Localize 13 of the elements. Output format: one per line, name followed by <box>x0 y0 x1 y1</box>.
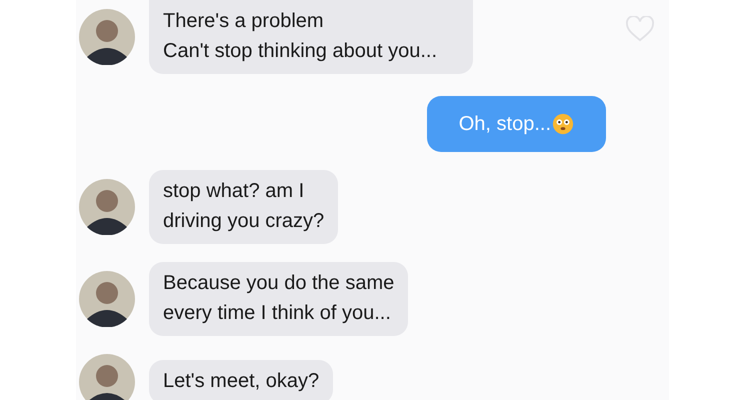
message-text: There's a problem <box>163 9 325 34</box>
avatar-silhouette-icon <box>79 271 135 327</box>
message-text: stop what? am I <box>163 179 306 204</box>
message-text: Because you do the same <box>163 271 394 296</box>
message-text: driving you crazy? <box>163 209 324 234</box>
heart-icon[interactable] <box>625 16 655 42</box>
message-text: Can't stop thinking about you... <box>163 39 437 64</box>
message-text: Oh, stop... <box>458 109 574 139</box>
avatar-silhouette-icon <box>79 179 135 235</box>
avatar-silhouette-icon <box>79 9 135 65</box>
message-text: every time I think of you... <box>163 301 392 326</box>
avatar-silhouette-icon <box>79 354 135 400</box>
message-text: Let's meet, okay? <box>163 369 320 394</box>
